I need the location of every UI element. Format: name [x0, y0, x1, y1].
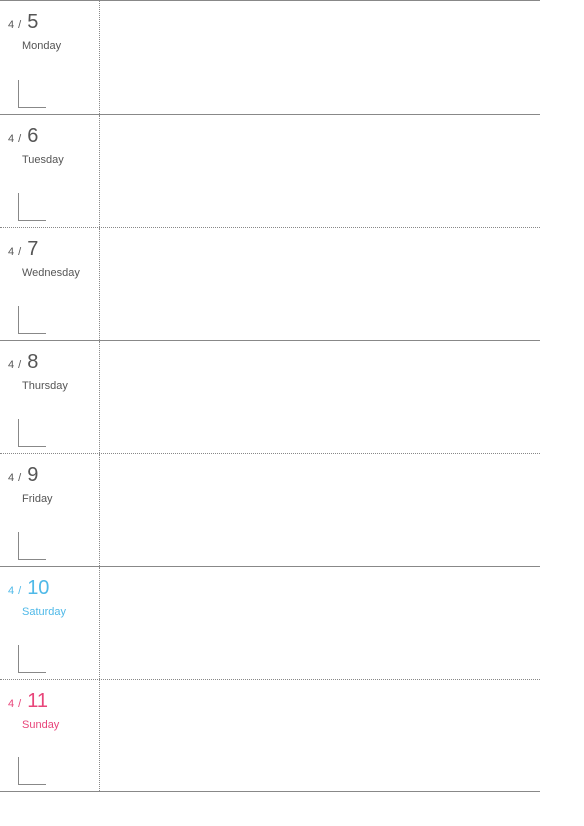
- date-line: 4 / 11: [8, 690, 91, 713]
- day-number: 6: [27, 125, 38, 148]
- mini-box-icon: [18, 532, 46, 560]
- day-row: 4 / 7 Wednesday: [0, 227, 540, 340]
- day-number: 5: [27, 11, 38, 34]
- date-slash: /: [18, 472, 21, 484]
- mini-box-icon: [18, 193, 46, 221]
- month-number: 4: [8, 472, 14, 484]
- date-column: 4 / 7 Wednesday: [0, 228, 100, 340]
- day-row: 4 / 9 Friday: [0, 453, 540, 566]
- entry-area[interactable]: [100, 680, 540, 791]
- entry-area[interactable]: [100, 454, 540, 566]
- day-row: 4 / 6 Tuesday: [0, 114, 540, 227]
- month-number: 4: [8, 19, 14, 31]
- date-column: 4 / 5 Monday: [0, 1, 100, 114]
- day-name: Monday: [22, 40, 91, 52]
- day-name: Sunday: [22, 719, 91, 731]
- date-line: 4 / 5: [8, 11, 91, 34]
- date-line: 4 / 7: [8, 238, 91, 261]
- entry-area[interactable]: [100, 228, 540, 340]
- day-number: 8: [27, 351, 38, 374]
- date-column: 4 / 6 Tuesday: [0, 115, 100, 227]
- date-slash: /: [18, 698, 21, 710]
- date-line: 4 / 9: [8, 464, 91, 487]
- date-column: 4 / 9 Friday: [0, 454, 100, 566]
- date-column: 4 / 11 Sunday: [0, 680, 100, 791]
- day-name: Tuesday: [22, 154, 91, 166]
- day-name: Thursday: [22, 380, 91, 392]
- mini-box-icon: [18, 757, 46, 785]
- date-column: 4 / 8 Thursday: [0, 341, 100, 453]
- date-line: 4 / 6: [8, 125, 91, 148]
- month-number: 4: [8, 698, 14, 710]
- entry-area[interactable]: [100, 115, 540, 227]
- date-column: 4 / 10 Saturday: [0, 567, 100, 679]
- mini-box-icon: [18, 419, 46, 447]
- month-number: 4: [8, 585, 14, 597]
- month-number: 4: [8, 359, 14, 371]
- day-number: 7: [27, 238, 38, 261]
- day-number: 9: [27, 464, 38, 487]
- day-row: 4 / 8 Thursday: [0, 340, 540, 453]
- day-row: 4 / 11 Sunday: [0, 679, 540, 792]
- entry-area[interactable]: [100, 567, 540, 679]
- date-slash: /: [18, 246, 21, 258]
- day-name: Saturday: [22, 606, 91, 618]
- day-name: Friday: [22, 493, 91, 505]
- day-name: Wednesday: [22, 267, 91, 279]
- day-row: 4 / 5 Monday: [0, 1, 540, 114]
- date-slash: /: [18, 133, 21, 145]
- day-row: 4 / 10 Saturday: [0, 566, 540, 679]
- month-number: 4: [8, 246, 14, 258]
- entry-area[interactable]: [100, 1, 540, 114]
- date-line: 4 / 10: [8, 577, 91, 600]
- mini-box-icon: [18, 306, 46, 334]
- entry-area[interactable]: [100, 341, 540, 453]
- date-line: 4 / 8: [8, 351, 91, 374]
- day-number: 11: [27, 690, 48, 713]
- day-number: 10: [27, 577, 49, 600]
- date-slash: /: [18, 19, 21, 31]
- weekly-planner: 4 / 5 Monday 4 / 6 Tuesday 4 / 7: [0, 0, 540, 792]
- mini-box-icon: [18, 645, 46, 673]
- mini-box-icon: [18, 80, 46, 108]
- month-number: 4: [8, 133, 14, 145]
- date-slash: /: [18, 359, 21, 371]
- date-slash: /: [18, 585, 21, 597]
